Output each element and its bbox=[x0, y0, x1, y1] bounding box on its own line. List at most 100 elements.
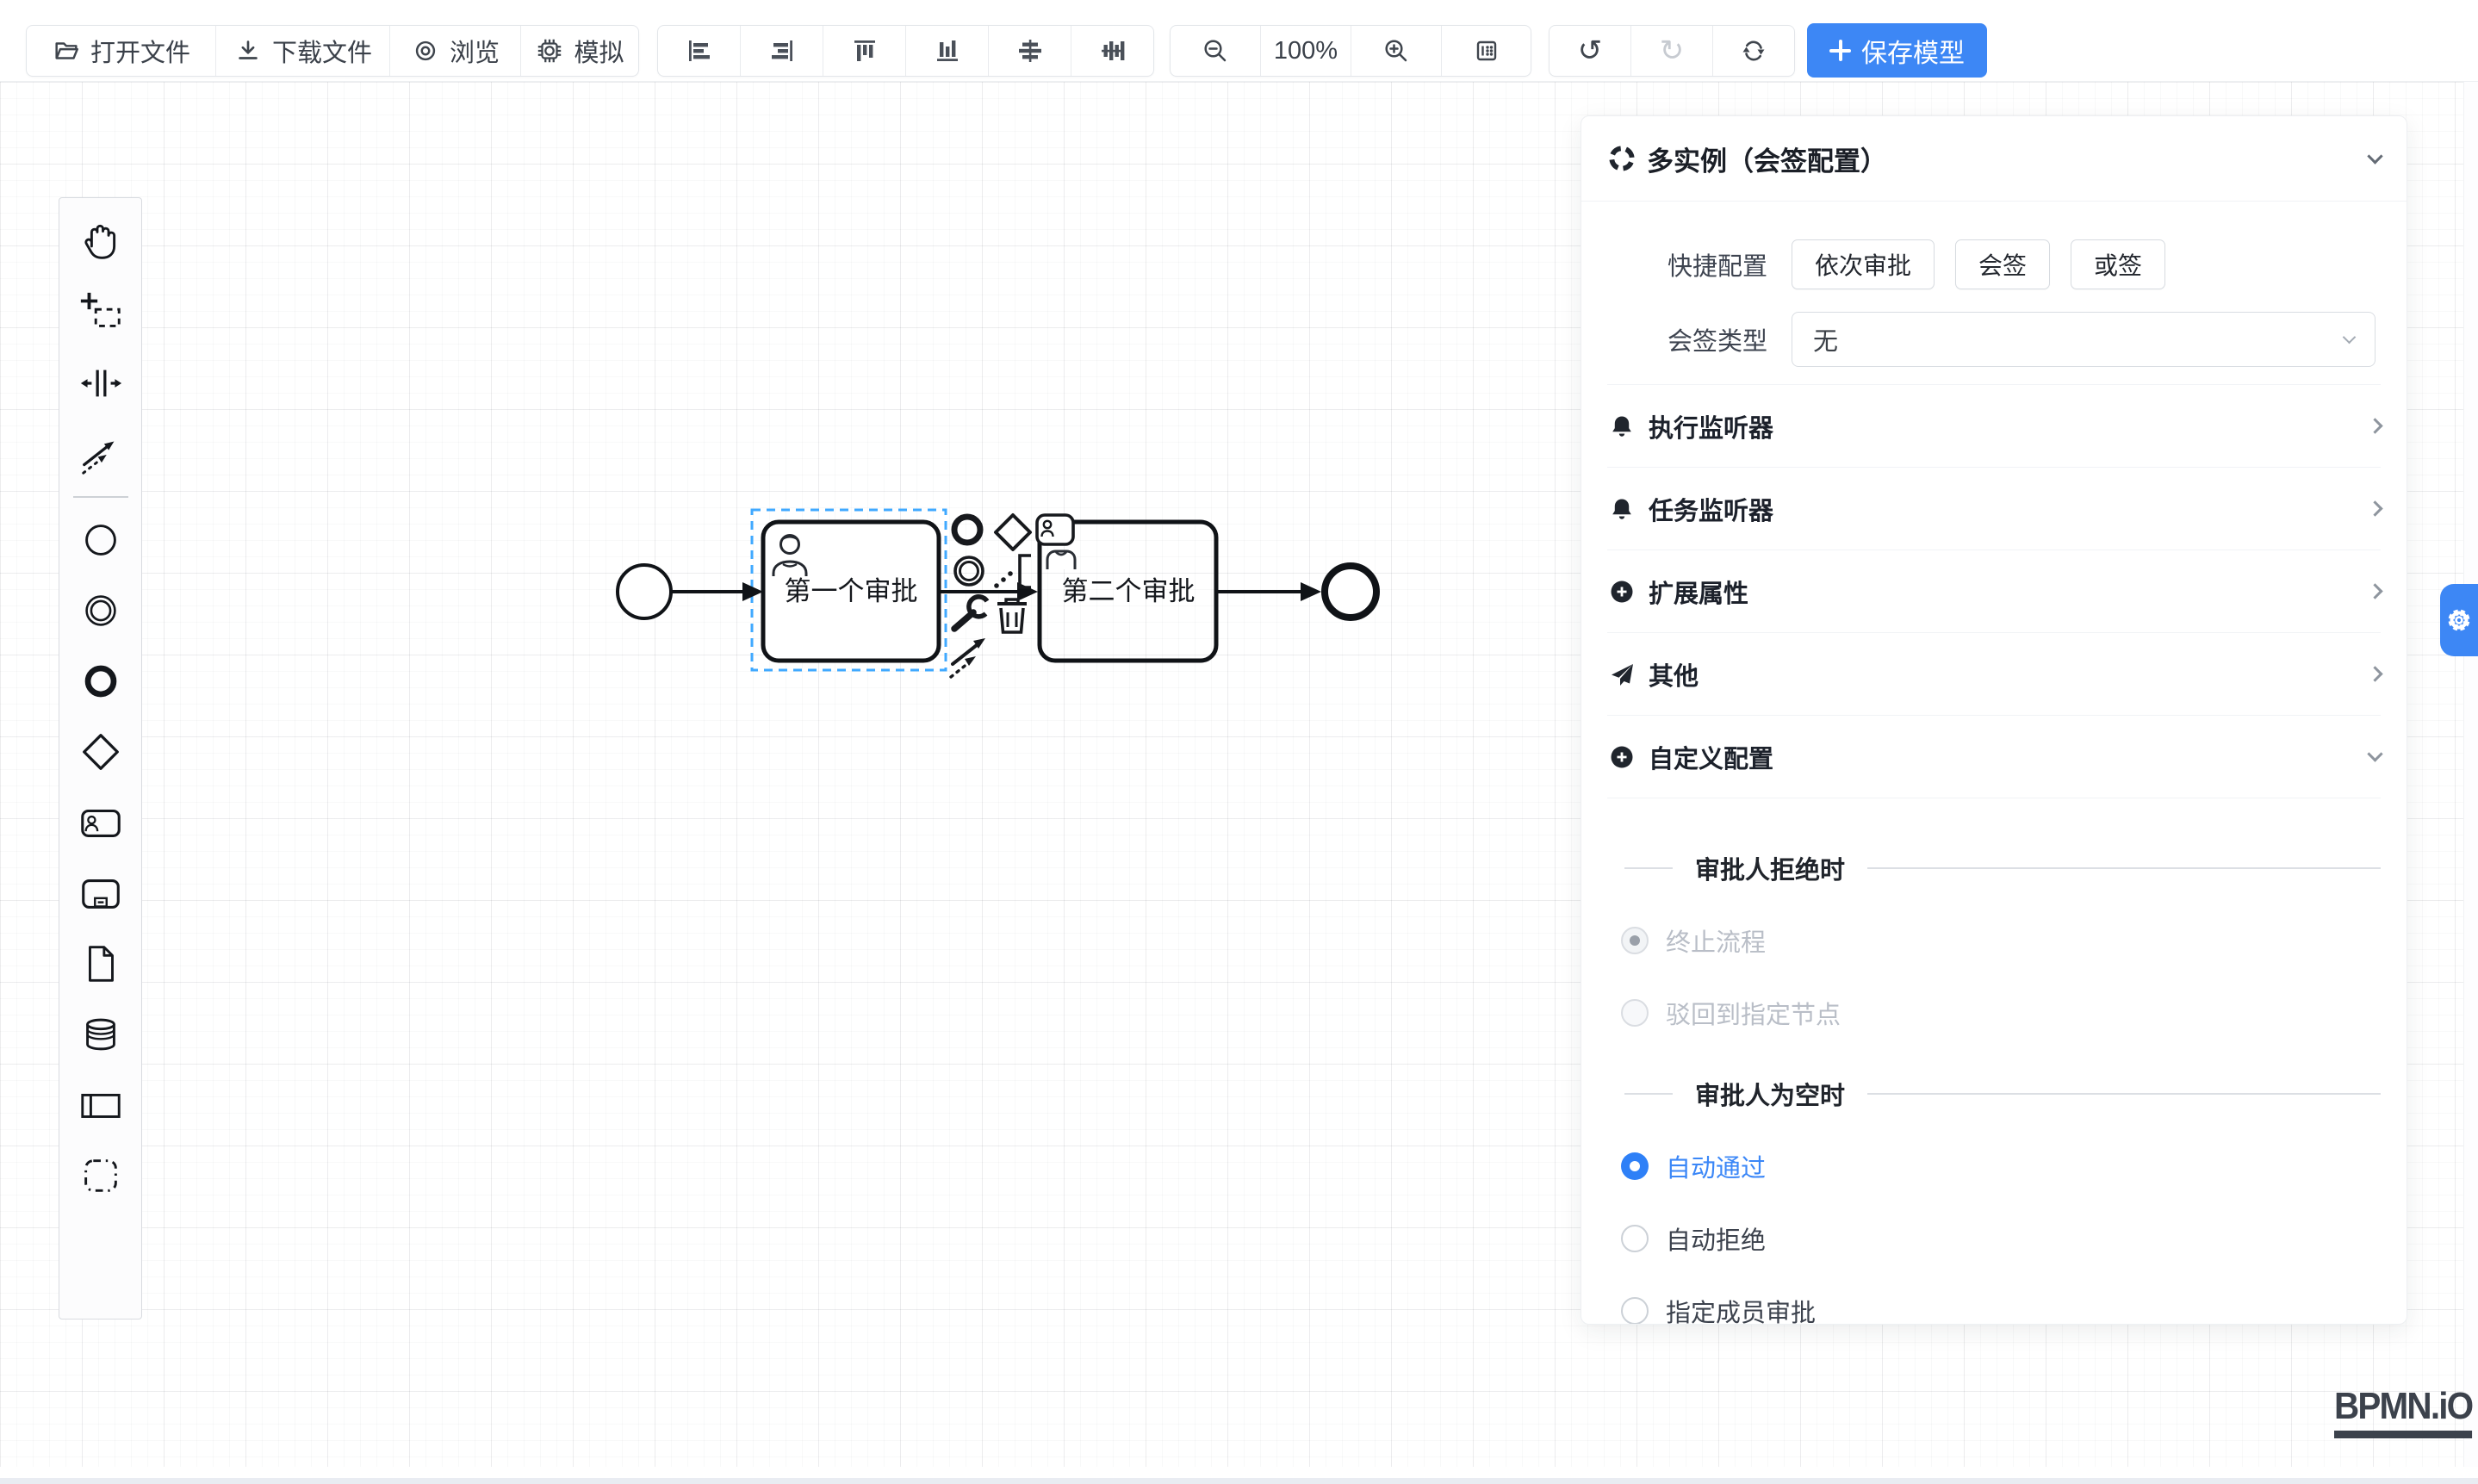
simulate-button[interactable]: 模拟 bbox=[521, 26, 638, 76]
quick-option-sequential-button[interactable]: 依次审批 bbox=[1792, 239, 1935, 289]
section-other[interactable]: 其他 bbox=[1607, 633, 2381, 716]
align-right-button[interactable] bbox=[741, 26, 823, 76]
end-event-node[interactable] bbox=[1325, 566, 1376, 618]
align-bottom-button[interactable] bbox=[906, 26, 989, 76]
section-label: 扩展属性 bbox=[1649, 574, 1748, 610]
pad-append-user-task[interactable] bbox=[1037, 515, 1073, 544]
align-left-button[interactable] bbox=[658, 26, 741, 76]
palette-participant[interactable] bbox=[59, 1070, 141, 1140]
palette-group[interactable] bbox=[59, 1140, 141, 1211]
zoom-out-button[interactable] bbox=[1171, 26, 1261, 76]
section-label: 执行监听器 bbox=[1649, 408, 1773, 444]
palette-subprocess[interactable] bbox=[59, 858, 141, 928]
group-icon bbox=[78, 1152, 124, 1199]
radio-auto-reject[interactable]: 自动拒绝 bbox=[1607, 1220, 2381, 1257]
quick-option-orsign-button[interactable]: 或签 bbox=[2071, 239, 2165, 289]
align-middle-button[interactable] bbox=[1071, 26, 1153, 76]
palette-data-object[interactable] bbox=[59, 928, 141, 999]
quick-config-label: 快捷配置 bbox=[1607, 246, 1767, 283]
pad-wrench-settings[interactable] bbox=[954, 597, 987, 629]
task-label: 第二个审批 bbox=[1062, 576, 1196, 606]
radio-return-to-node: 驳回到指定节点 bbox=[1607, 995, 2381, 1031]
open-file-button[interactable]: 打开文件 bbox=[27, 26, 216, 76]
arrowhead bbox=[1301, 582, 1321, 601]
radio-label: 自动通过 bbox=[1666, 1148, 1766, 1184]
task-label: 第一个审批 bbox=[785, 576, 918, 606]
pad-append-end-event[interactable] bbox=[954, 517, 980, 543]
folder-open-icon bbox=[52, 36, 81, 65]
radio-icon[interactable] bbox=[1621, 1297, 1649, 1325]
radio-disabled-icon bbox=[1621, 999, 1649, 1027]
panel-header[interactable]: 多实例（会签配置） bbox=[1581, 116, 2407, 202]
align-top-button[interactable] bbox=[823, 26, 906, 76]
preview-label: 浏览 bbox=[450, 33, 500, 69]
user-task-icon bbox=[78, 799, 124, 846]
palette-user-task[interactable] bbox=[59, 787, 141, 858]
chevron-right-icon bbox=[2367, 500, 2382, 516]
palette-separator bbox=[73, 496, 128, 498]
pad-connect-tool[interactable] bbox=[951, 638, 985, 677]
zoom-in-button[interactable] bbox=[1351, 26, 1442, 76]
download-file-button[interactable]: 下载文件 bbox=[216, 26, 390, 76]
section-task-listener[interactable]: 任务监听器 bbox=[1607, 468, 2381, 550]
end-event-icon bbox=[78, 658, 124, 705]
palette-intermediate-event[interactable] bbox=[59, 575, 141, 646]
section-execution-listener[interactable]: 执行监听器 bbox=[1607, 385, 2381, 468]
zoom-level-display[interactable]: 100% bbox=[1261, 26, 1351, 76]
align-right-icon bbox=[767, 35, 798, 66]
pad-append-gateway[interactable] bbox=[996, 515, 1030, 550]
divider-line bbox=[1624, 867, 1673, 869]
palette-hand-tool[interactable] bbox=[59, 207, 141, 277]
palette-end-event[interactable] bbox=[59, 646, 141, 717]
pad-append-text-annotation[interactable] bbox=[994, 556, 1031, 588]
simulate-label: 模拟 bbox=[574, 33, 624, 69]
align-center-button[interactable] bbox=[989, 26, 1071, 76]
radio-checked-icon[interactable] bbox=[1621, 1152, 1649, 1180]
undo-button[interactable]: ↺ bbox=[1550, 26, 1631, 76]
save-model-button[interactable]: 保存模型 bbox=[1807, 23, 1987, 78]
sign-type-select[interactable]: 无 bbox=[1792, 312, 2376, 367]
radio-auto-pass[interactable]: 自动通过 bbox=[1607, 1148, 2381, 1184]
task-first-approval[interactable]: 第一个审批 bbox=[763, 522, 939, 661]
redo-button[interactable]: ↻ bbox=[1631, 26, 1713, 76]
radio-assign-member[interactable]: 指定成员审批 bbox=[1607, 1293, 2381, 1325]
divider-line bbox=[1624, 1093, 1673, 1095]
palette-gateway[interactable] bbox=[59, 717, 141, 787]
palette-start-event[interactable] bbox=[59, 505, 141, 575]
pad-trash-delete[interactable] bbox=[997, 599, 1027, 632]
hand-icon bbox=[78, 219, 124, 265]
history-button-group: ↺ ↻ bbox=[1549, 25, 1795, 77]
bell-icon bbox=[1607, 495, 1636, 523]
radio-label: 终止流程 bbox=[1666, 922, 1766, 959]
fit-viewport-button[interactable] bbox=[1442, 26, 1531, 76]
align-bottom-icon bbox=[932, 35, 963, 66]
zoom-button-group: 100% bbox=[1170, 25, 1531, 77]
plus-icon bbox=[1829, 40, 1851, 61]
section-extended-properties[interactable]: 扩展属性 bbox=[1607, 550, 2381, 633]
divider-line bbox=[1867, 1093, 2381, 1095]
divider-line bbox=[1867, 867, 2381, 869]
section-custom-config[interactable]: 自定义配置 bbox=[1607, 716, 2381, 798]
chevron-down-icon bbox=[2367, 746, 2382, 761]
participant-icon bbox=[78, 1082, 124, 1128]
approver-badge-icon bbox=[1047, 551, 1075, 569]
pad-append-intermediate-event[interactable] bbox=[955, 557, 983, 585]
save-model-label: 保存模型 bbox=[1861, 32, 1965, 70]
refresh-button[interactable] bbox=[1713, 26, 1794, 76]
radio-icon[interactable] bbox=[1621, 1225, 1649, 1252]
start-event-node[interactable] bbox=[618, 565, 671, 618]
palette-connect-tool[interactable] bbox=[59, 419, 141, 489]
align-center-vertical-icon bbox=[1015, 35, 1046, 66]
redo-icon: ↻ bbox=[1660, 36, 1685, 65]
bell-icon bbox=[1607, 413, 1636, 440]
chevron-right-icon bbox=[2367, 666, 2382, 681]
palette-space-tool[interactable] bbox=[59, 348, 141, 419]
preview-button[interactable]: 浏览 bbox=[390, 26, 521, 76]
palette-lasso-tool[interactable] bbox=[59, 277, 141, 348]
zoom-in-icon bbox=[1381, 35, 1412, 66]
radio-terminate-process: 终止流程 bbox=[1607, 922, 2381, 959]
settings-tab[interactable] bbox=[2440, 584, 2478, 656]
palette-data-store[interactable] bbox=[59, 999, 141, 1070]
quick-option-countersign-button[interactable]: 会签 bbox=[1955, 239, 2050, 289]
send-icon bbox=[1607, 661, 1636, 688]
